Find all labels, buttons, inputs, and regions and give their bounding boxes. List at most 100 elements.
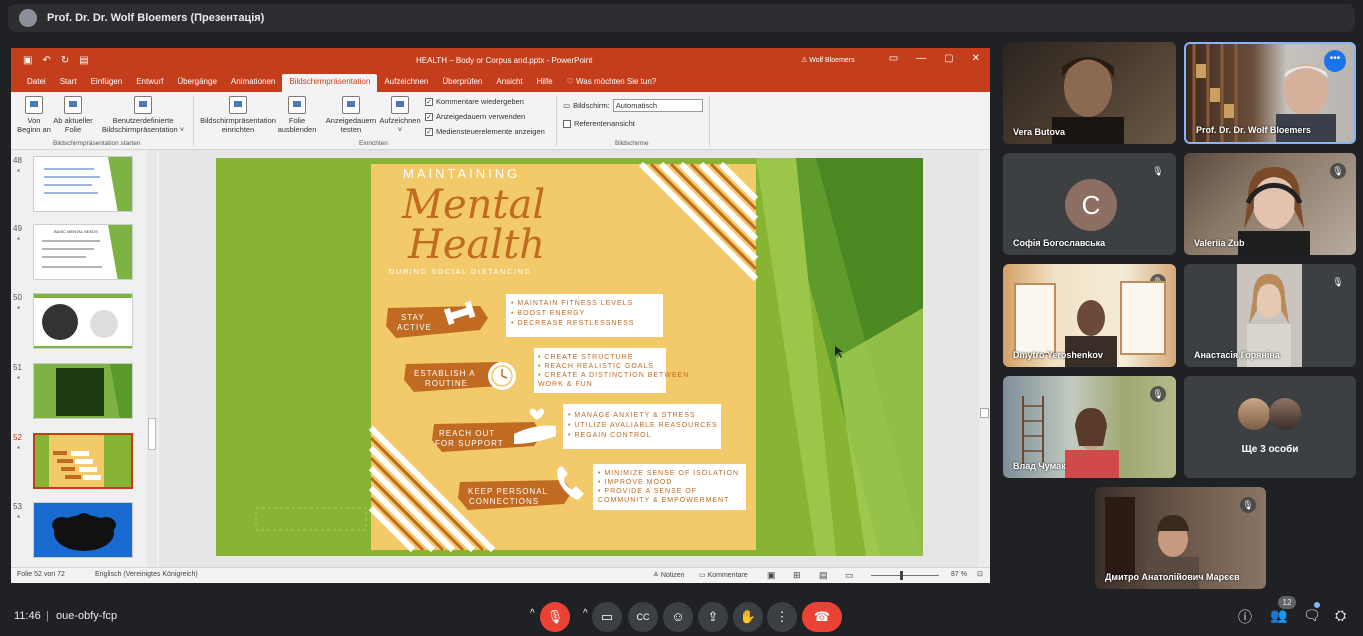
undo-icon[interactable]: ↶ (42, 55, 50, 66)
participant-tile[interactable]: 🎙 Valeriia Zub (1184, 153, 1356, 255)
participant-tile[interactable]: 🎙 Влад Чумак (1003, 376, 1176, 478)
hide-slide-button[interactable]: Folie ausblenden (277, 96, 317, 134)
chat-icon[interactable]: 🗨 (1303, 607, 1321, 624)
slide-canvas[interactable]: MAINTAINING Mental Health DURING SOCIAL … (216, 158, 923, 556)
camera-options-chevron-icon[interactable]: ^ (583, 608, 588, 619)
checkbox-kommentare[interactable]: ✓ Kommentare wiedergeben (425, 97, 524, 106)
meeting-code: oue-obfy-fcp (56, 610, 118, 622)
tab-aufzeichnen[interactable]: Aufzeichnen (377, 74, 435, 92)
zoom-level[interactable]: 87 % (951, 571, 967, 578)
thumbnail-slide-51[interactable]: 51 * (11, 361, 151, 423)
group-label-einrichten: Einrichten (359, 140, 388, 147)
slide-item3-bullet: • REGAIN CONTROL (568, 432, 651, 439)
start-presentation-icon[interactable]: ▤ (79, 55, 88, 66)
slide-maintaining: MAINTAINING (403, 166, 520, 181)
participant-tile[interactable]: Vera Butova (1003, 42, 1176, 144)
camera-icon[interactable]: ▭ (592, 602, 622, 632)
emoji-icon[interactable]: ☺ (663, 602, 693, 632)
reading-view-icon[interactable]: ▤ (819, 570, 828, 581)
slide-item4-bullet: • IMPROVE MOOD (598, 479, 672, 486)
from-beginning-button[interactable]: Von Beginn an (15, 96, 53, 134)
slide-item1-bullet: • MAINTAIN FITNESS LEVELS (511, 300, 633, 307)
group-label-bildschirme: Bildschirme (615, 140, 649, 147)
leave-call-icon[interactable]: ☎ (802, 602, 842, 632)
thumbnail-image: BASIC MENTAL NEEDS (33, 224, 133, 280)
group-label-start: Bildschirmpräsentation starten (53, 140, 141, 147)
mic-off-icon: 🎙 (1330, 163, 1346, 179)
thumbnail-slide-50[interactable]: 50 * (11, 291, 151, 353)
zoom-slider[interactable] (871, 575, 939, 576)
mic-off-icon[interactable]: 🎙 (540, 602, 570, 632)
close-icon[interactable]: ✕ (972, 53, 980, 64)
fit-slide-icon[interactable]: ⊡ (977, 570, 983, 578)
tab-hilfe[interactable]: Hilfe (530, 74, 560, 92)
thumbnail-scrollbar[interactable] (147, 150, 157, 569)
tab-uebergaenge[interactable]: Übergänge (170, 74, 224, 92)
minimize-icon[interactable]: — (916, 53, 926, 64)
captions-icon[interactable]: CC (628, 602, 658, 632)
tab-einfuegen[interactable]: Einfügen (84, 74, 130, 92)
checkbox-anzeigedauern[interactable]: ✓ Anzeigedauern verwenden (425, 112, 525, 121)
participant-tile[interactable]: 🎙 Дмитро Анатолійович Марєєв (1095, 487, 1266, 589)
participant-tile[interactable]: 🎙 Dmytro Yeroshenkov (1003, 264, 1176, 367)
monitor-select[interactable]: ▭ Bildschirm: Automatisch (563, 99, 703, 112)
slide-sorter-icon[interactable]: ⊞ (793, 570, 801, 581)
slide-scrollbar[interactable] (979, 150, 990, 569)
people-icon[interactable]: 👥 (1270, 607, 1287, 624)
slideshow-view-icon[interactable]: ▭ (845, 570, 854, 581)
raise-hand-icon[interactable]: ✋ (733, 602, 763, 632)
rehearse-timings-button[interactable]: Anzeigedauern testen (323, 96, 379, 134)
thumbnail-slide-49[interactable]: 49 * BASIC MENTAL NEEDS (11, 222, 151, 284)
language-indicator[interactable]: Englisch (Vereinigtes Königreich) (95, 571, 198, 578)
comments-button[interactable]: ▭ Kommentare (699, 571, 748, 579)
mic-options-chevron-icon[interactable]: ^ (530, 608, 535, 619)
participant-tile-others[interactable]: Ще 3 особи (1184, 376, 1356, 478)
slide-item1-label1: STAY (401, 313, 425, 322)
activities-icon[interactable]: ⛭ (1335, 607, 1346, 624)
slide-item1-bullet: • DECREASE RESTLESSNESS (511, 320, 634, 327)
slide-item2-bullet: • CREATE STRUCTURE (538, 354, 633, 361)
record-button[interactable]: Aufzeichnen ˅ (377, 96, 423, 134)
ppt-statusbar: Folie 52 von 72 Englisch (Vereinigtes Kö… (11, 567, 990, 583)
normal-view-icon[interactable]: ▣ (767, 570, 776, 581)
slide-item4-label1: KEEP PERSONAL (468, 487, 548, 496)
slide-scroll-thumb[interactable] (980, 408, 989, 418)
maximize-icon[interactable]: ▢ (944, 53, 953, 64)
tab-entwurf[interactable]: Entwurf (129, 74, 170, 92)
from-current-button[interactable]: Ab aktueller Folie (53, 96, 93, 134)
tab-bildschirmpraesentation[interactable]: Bildschirmpräsentation (282, 74, 378, 92)
participant-tile[interactable]: 🎙 Анастасія Горяніна (1184, 264, 1356, 367)
info-icon[interactable]: ⓘ (1238, 607, 1252, 627)
ribbon-display-icon[interactable]: ▭ (889, 53, 898, 64)
tab-animationen[interactable]: Animationen (224, 74, 282, 92)
more-options-icon[interactable]: ⋮ (767, 602, 797, 632)
tab-ansicht[interactable]: Ansicht (489, 74, 529, 92)
participant-tile[interactable]: 🎙 C Софія Богославська (1003, 153, 1176, 255)
more-options-icon[interactable]: ••• (1324, 50, 1346, 72)
redo-icon[interactable]: ↻ (61, 55, 69, 66)
thumbnail-slide-52[interactable]: 52 * (11, 431, 151, 493)
tab-start[interactable]: Start (53, 74, 84, 92)
custom-slideshow-button[interactable]: Benutzerdefinierte Bildschirmpräsentatio… (97, 96, 189, 134)
setup-slideshow-button[interactable]: Bildschirmpräsentation einrichten (197, 96, 279, 134)
record-icon (391, 96, 409, 114)
monitor-dropdown[interactable]: Automatisch (612, 99, 703, 112)
tell-me-search[interactable]: ♡ Was möchten Sie tun? (560, 74, 664, 92)
save-icon[interactable]: ▣ (23, 55, 32, 66)
thumbnail-slide-53[interactable]: 53 * (11, 500, 151, 562)
tab-ueberpruefen[interactable]: Überprüfen (435, 74, 489, 92)
participant-name: Vera Butova (1013, 127, 1066, 137)
present-screen-icon[interactable]: ⇪ (698, 602, 728, 632)
thumbnail-slide-48[interactable]: 48 * (11, 154, 151, 216)
zoom-slider-thumb[interactable] (900, 571, 903, 580)
participant-tile-active-speaker[interactable]: ••• Prof. Dr. Dr. Wolf Bloemers (1184, 42, 1356, 144)
checkbox-mediensteuer[interactable]: ✓ Mediensteuerelemente anzeigen (425, 127, 545, 136)
slideshow-current-icon (64, 96, 82, 114)
checkbox-referentenansicht[interactable]: Referentenansicht (563, 119, 635, 128)
slide-item4-bullet: • MINIMIZE SENSE OF ISOLATION (598, 470, 739, 477)
notes-button[interactable]: ≗ Notizen (653, 571, 685, 579)
thumbnail-scroll-thumb[interactable] (148, 418, 156, 450)
tab-datei[interactable]: Datei (20, 74, 53, 92)
slideshow-icon (25, 96, 43, 114)
slide-health: Health (407, 222, 545, 268)
